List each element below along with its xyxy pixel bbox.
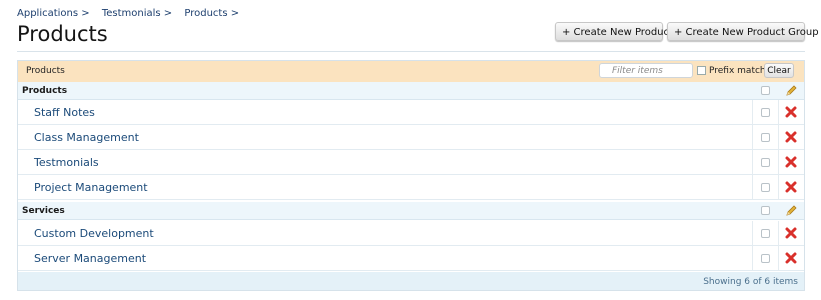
clear-button[interactable]: Clear [764,63,794,78]
delete-icon[interactable] [784,130,798,144]
group-select-checkbox[interactable] [761,86,770,95]
breadcrumb: Applications > Testmonials > Products > [17,8,248,19]
prefix-match-label: Prefix match [709,66,766,76]
panel-header: Products Prefix match Clear [18,61,804,83]
page-title: Products [17,22,108,46]
item-select-checkbox[interactable] [761,158,770,167]
group-row-services: Services [18,202,804,220]
column-divider [752,221,753,245]
item-select-checkbox[interactable] [761,229,770,238]
column-divider [752,175,753,199]
column-divider [778,100,779,124]
breadcrumb-applications[interactable]: Applications > [17,8,90,19]
column-divider [778,175,779,199]
group-label: Products [22,86,68,96]
column-divider [778,246,779,270]
column-divider [752,100,753,124]
item-label[interactable]: Custom Development [34,227,154,240]
prefix-match-checkbox[interactable] [697,66,706,75]
item-label[interactable]: Staff Notes [34,106,95,119]
delete-icon[interactable] [784,226,798,240]
column-divider [778,150,779,174]
group-label: Services [22,206,65,216]
list-item: Testmonials [18,150,804,175]
item-label[interactable]: Class Management [34,131,139,144]
list-item: Custom Development [18,221,804,246]
delete-icon[interactable] [784,251,798,265]
delete-icon[interactable] [784,155,798,169]
delete-icon[interactable] [784,105,798,119]
create-new-product-group-button[interactable]: + Create New Product Group [667,22,819,41]
item-select-checkbox[interactable] [761,108,770,117]
breadcrumb-products[interactable]: Products > [184,8,239,19]
list-item: Staff Notes [18,100,804,125]
breadcrumb-testmonials[interactable]: Testmonials > [102,8,172,19]
item-select-checkbox[interactable] [761,183,770,192]
item-count: Showing 6 of 6 items [703,277,798,287]
group-select-checkbox[interactable] [761,206,770,215]
edit-pencil-icon[interactable] [784,204,798,218]
filter-items-input[interactable] [599,63,693,78]
list-item: Project Management [18,175,804,200]
create-new-product-button[interactable]: + Create New Product [555,22,673,41]
column-divider [752,150,753,174]
column-divider [778,125,779,149]
item-select-checkbox[interactable] [761,133,770,142]
list-item: Class Management [18,125,804,150]
title-divider [17,51,805,52]
column-divider [778,221,779,245]
panel-footer: Showing 6 of 6 items [18,272,804,290]
item-label[interactable]: Server Management [34,252,146,265]
item-label[interactable]: Project Management [34,181,148,194]
products-panel: Products Prefix match Clear Products Sta… [17,60,805,291]
group-row-products: Products [18,82,804,100]
panel-title: Products [26,66,65,76]
column-divider [752,246,753,270]
edit-pencil-icon[interactable] [784,84,798,98]
column-divider [752,125,753,149]
delete-icon[interactable] [784,180,798,194]
item-label[interactable]: Testmonials [34,156,99,169]
item-select-checkbox[interactable] [761,254,770,263]
list-item: Server Management [18,246,804,271]
